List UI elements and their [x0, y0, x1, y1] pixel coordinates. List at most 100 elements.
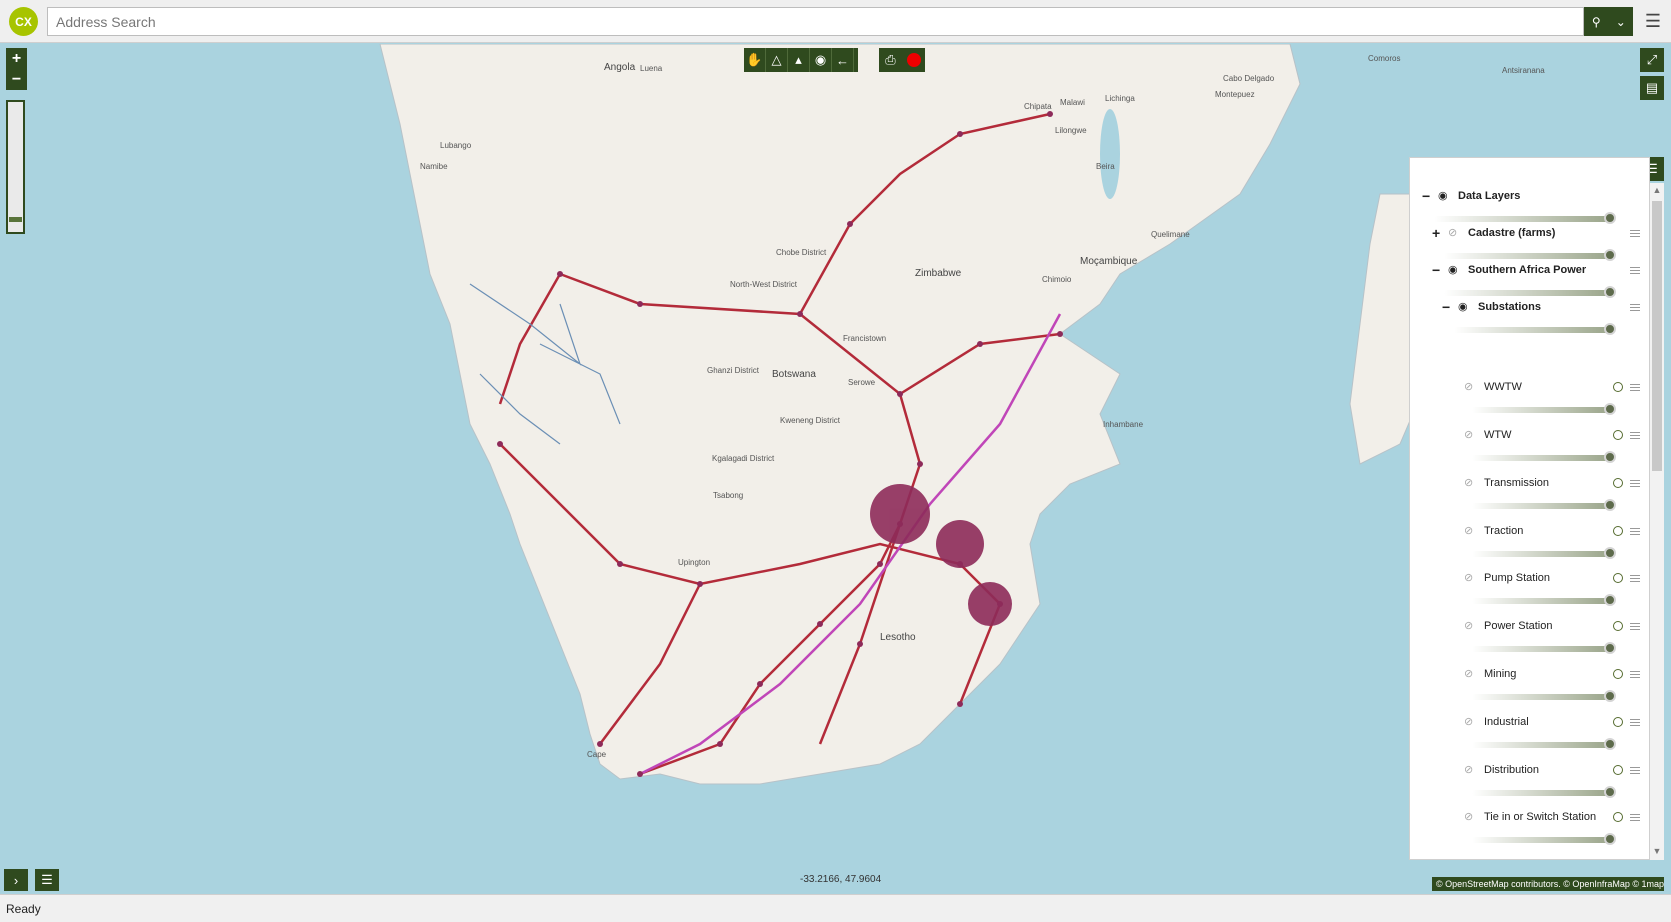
drag-handle-icon[interactable]: [1630, 623, 1640, 631]
back-arrow-icon[interactable]: ←: [832, 48, 854, 72]
opacity-slider-thumb[interactable]: [1604, 286, 1616, 298]
opacity-slider[interactable]: [1472, 502, 1610, 509]
opacity-slider-thumb[interactable]: [1604, 403, 1616, 416]
layers-scrollbar[interactable]: ▲ ▼: [1650, 183, 1664, 860]
layer-info-icon[interactable]: [1613, 477, 1623, 488]
zoom-slider[interactable]: [6, 100, 25, 234]
eye-icon[interactable]: ◉: [1448, 265, 1462, 276]
pan-hand-icon[interactable]: ✋: [744, 48, 766, 72]
drag-handle-icon[interactable]: [1630, 527, 1640, 535]
opacity-slider-thumb[interactable]: [1604, 737, 1616, 750]
opacity-slider[interactable]: [1444, 290, 1610, 296]
opacity-slider[interactable]: [1472, 455, 1610, 461]
drag-handle-icon[interactable]: [1630, 432, 1640, 439]
zoom-in-button[interactable]: +: [6, 48, 27, 69]
opacity-slider[interactable]: [1472, 550, 1610, 557]
layer-label[interactable]: WTW: [1484, 429, 1511, 441]
eye-off-icon[interactable]: ⊘: [1464, 573, 1478, 584]
opacity-slider-thumb[interactable]: [1604, 690, 1616, 702]
address-search-input[interactable]: [47, 7, 1584, 36]
search-icon[interactable]: ⚲: [1584, 7, 1609, 36]
opacity-slider[interactable]: [1472, 694, 1610, 700]
layer-label[interactable]: Substations: [1478, 301, 1541, 313]
layer-label[interactable]: Distribution: [1484, 764, 1539, 776]
drag-handle-icon[interactable]: [1630, 766, 1640, 774]
collapse-icon[interactable]: −: [1422, 188, 1434, 204]
drag-handle-icon[interactable]: [1630, 671, 1640, 678]
layer-info-icon[interactable]: [1613, 573, 1623, 584]
opacity-slider[interactable]: [1472, 789, 1610, 796]
expand-icon[interactable]: ⤢: [1640, 48, 1664, 72]
chevron-down-icon[interactable]: ⌄: [1609, 7, 1634, 36]
scroll-down-icon[interactable]: ▼: [1650, 846, 1664, 858]
opacity-slider-thumb[interactable]: [1604, 249, 1616, 261]
drag-handle-icon[interactable]: [1630, 267, 1640, 274]
layer-info-icon[interactable]: [1613, 812, 1623, 823]
drag-handle-icon[interactable]: [1630, 479, 1640, 487]
layer-label[interactable]: Transmission: [1484, 477, 1549, 489]
draw-polygon-icon[interactable]: △: [766, 48, 788, 72]
opacity-slider-thumb[interactable]: [1604, 642, 1616, 655]
drag-handle-icon[interactable]: [1630, 718, 1640, 726]
opacity-slider-thumb[interactable]: [1604, 323, 1616, 335]
opacity-slider[interactable]: [1472, 837, 1610, 844]
layer-label[interactable]: WWTW: [1484, 381, 1522, 393]
opacity-slider[interactable]: [1472, 741, 1610, 748]
chevron-right-icon[interactable]: ›: [4, 869, 28, 891]
collapse-icon[interactable]: −: [1432, 262, 1444, 278]
print-icon[interactable]: ⎙: [879, 48, 902, 72]
opacity-slider-thumb[interactable]: [1604, 594, 1616, 607]
scrollbar-thumb[interactable]: [1652, 201, 1662, 471]
opacity-slider[interactable]: [1472, 646, 1610, 653]
opacity-slider-thumb[interactable]: [1604, 212, 1616, 224]
eye-off-icon[interactable]: ⊘: [1464, 716, 1478, 727]
opacity-slider-thumb[interactable]: [1604, 785, 1616, 798]
opacity-slider-thumb[interactable]: [1604, 546, 1616, 559]
app-logo[interactable]: CX: [9, 7, 38, 36]
layer-label[interactable]: Southern Africa Power: [1468, 264, 1586, 276]
layer-label[interactable]: All Substations: [1484, 859, 1557, 860]
eye-off-icon[interactable]: ⊘: [1464, 477, 1478, 488]
layer-info-icon[interactable]: [1613, 525, 1623, 536]
collapse-icon[interactable]: −: [1442, 299, 1454, 315]
layer-label[interactable]: Data Layers: [1458, 190, 1520, 202]
opacity-slider-thumb[interactable]: [1604, 451, 1616, 463]
eye-off-icon[interactable]: ⊘: [1464, 764, 1478, 775]
zoom-slider-thumb[interactable]: [9, 217, 22, 222]
layer-info-icon[interactable]: [1613, 621, 1623, 632]
eye-icon[interactable]: ◉: [1438, 191, 1452, 202]
layer-info-icon[interactable]: [1613, 430, 1623, 440]
opacity-slider-thumb[interactable]: [1604, 833, 1616, 846]
opacity-slider[interactable]: [1434, 216, 1610, 222]
eye-off-icon[interactable]: ⊘: [1464, 669, 1478, 680]
drag-handle-icon[interactable]: [1630, 384, 1640, 392]
basemap-icon[interactable]: ▤: [1640, 76, 1664, 100]
eye-icon[interactable]: ◉: [1458, 302, 1472, 313]
eye-off-icon[interactable]: ⊘: [1464, 525, 1478, 536]
eye-off-icon[interactable]: ⊘: [1464, 382, 1478, 393]
layer-info-icon[interactable]: [1613, 669, 1623, 679]
eye-off-icon[interactable]: ⊘: [1464, 621, 1478, 632]
opacity-slider[interactable]: [1454, 327, 1610, 333]
layer-label[interactable]: Mining: [1484, 668, 1516, 680]
map-attribution[interactable]: © OpenStreetMap contributors. © OpenInfr…: [1432, 877, 1664, 891]
list-icon[interactable]: ☰: [35, 869, 59, 891]
drag-handle-icon[interactable]: [1630, 230, 1640, 237]
record-button[interactable]: [902, 48, 925, 72]
layer-label[interactable]: Tie in or Switch Station: [1484, 811, 1596, 823]
drag-handle-icon[interactable]: [1630, 575, 1640, 583]
layer-label[interactable]: Industrial: [1484, 716, 1529, 728]
zoom-out-button[interactable]: −: [6, 69, 27, 90]
drag-handle-icon[interactable]: [1630, 814, 1640, 822]
layer-info-icon[interactable]: [1613, 382, 1623, 393]
layer-info-icon[interactable]: [1613, 764, 1623, 775]
eye-off-icon[interactable]: ⊘: [1464, 430, 1478, 441]
opacity-slider-thumb[interactable]: [1604, 498, 1616, 511]
layer-label[interactable]: Power Station: [1484, 620, 1552, 632]
opacity-slider[interactable]: [1472, 407, 1610, 414]
pin-icon[interactable]: ◉: [810, 48, 832, 72]
expand-icon[interactable]: +: [1432, 225, 1444, 241]
opacity-slider[interactable]: [1472, 598, 1610, 605]
eye-off-icon[interactable]: ⊘: [1448, 228, 1462, 239]
layer-label[interactable]: Pump Station: [1484, 572, 1550, 584]
